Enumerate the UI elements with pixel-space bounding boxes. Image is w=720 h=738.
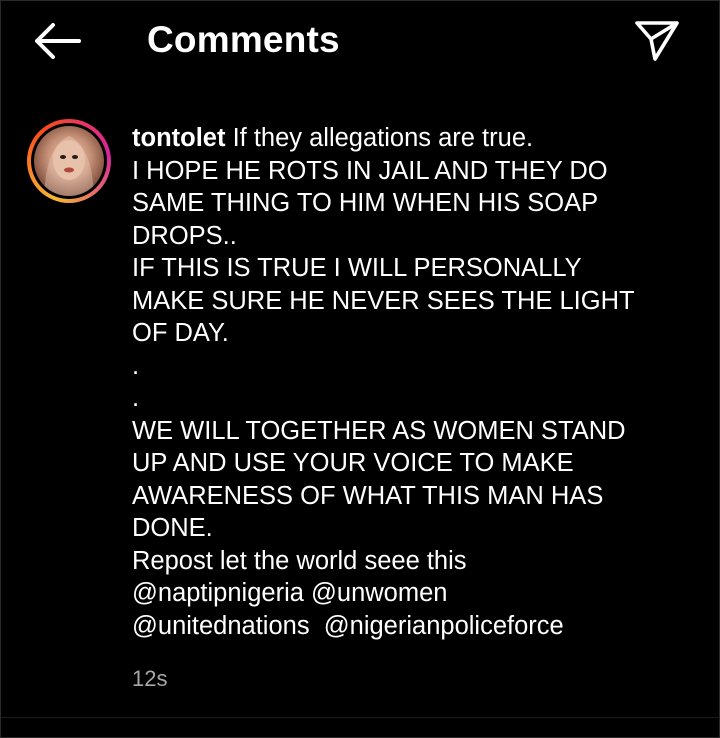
avatar-photo [34, 126, 104, 196]
comment-text: tontolet If they allegations are true. I… [132, 122, 692, 642]
comment-line: DONE. [132, 514, 213, 542]
divider [1, 717, 720, 718]
comment-line: . [132, 351, 140, 380]
comment-line: UP AND USE YOUR VOICE TO MAKE [132, 449, 574, 477]
avatar[interactable] [27, 119, 111, 203]
back-button[interactable] [31, 19, 83, 63]
mention-link[interactable]: @naptipnigeria [132, 579, 304, 607]
comment-line: SAME THING TO HIM WHEN HIS SOAP [132, 189, 599, 217]
share-button[interactable] [631, 17, 683, 63]
comment-line: MAKE SURE HE NEVER SEES THE LIGHT [132, 286, 635, 315]
comment-line: IF THIS IS TRUE I WILL PERSONALLY [132, 254, 582, 282]
comment-line: DROPS.. [132, 221, 237, 250]
comment-line: I HOPE HE ROTS IN JAIL AND THEY DO [132, 156, 608, 185]
comment-line: OF DAY. [132, 319, 229, 347]
page-title: Comments [147, 19, 340, 60]
comment-line: AWARENESS OF WHAT THIS MAN HAS [132, 481, 604, 510]
comment-line: . [132, 384, 140, 412]
mention-link[interactable]: @unitednations [132, 612, 310, 640]
arrow-left-icon [35, 23, 81, 59]
comments-screen: Comments tontolet If they allegations ar… [0, 0, 720, 738]
paper-plane-icon [635, 21, 679, 61]
header-bar: Comments [1, 1, 720, 81]
mention-link[interactable]: @unwomen [311, 579, 447, 607]
comment-username[interactable]: tontolet [132, 124, 225, 152]
comment-timestamp: 12s [132, 666, 168, 691]
comment-line: Repost let the world seee this [132, 546, 467, 575]
mention-link[interactable]: @nigerianpoliceforce [324, 612, 564, 640]
comment-line: If they allegations are true. [232, 124, 534, 152]
comment-line: WE WILL TOGETHER AS WOMEN STAND [132, 416, 626, 445]
